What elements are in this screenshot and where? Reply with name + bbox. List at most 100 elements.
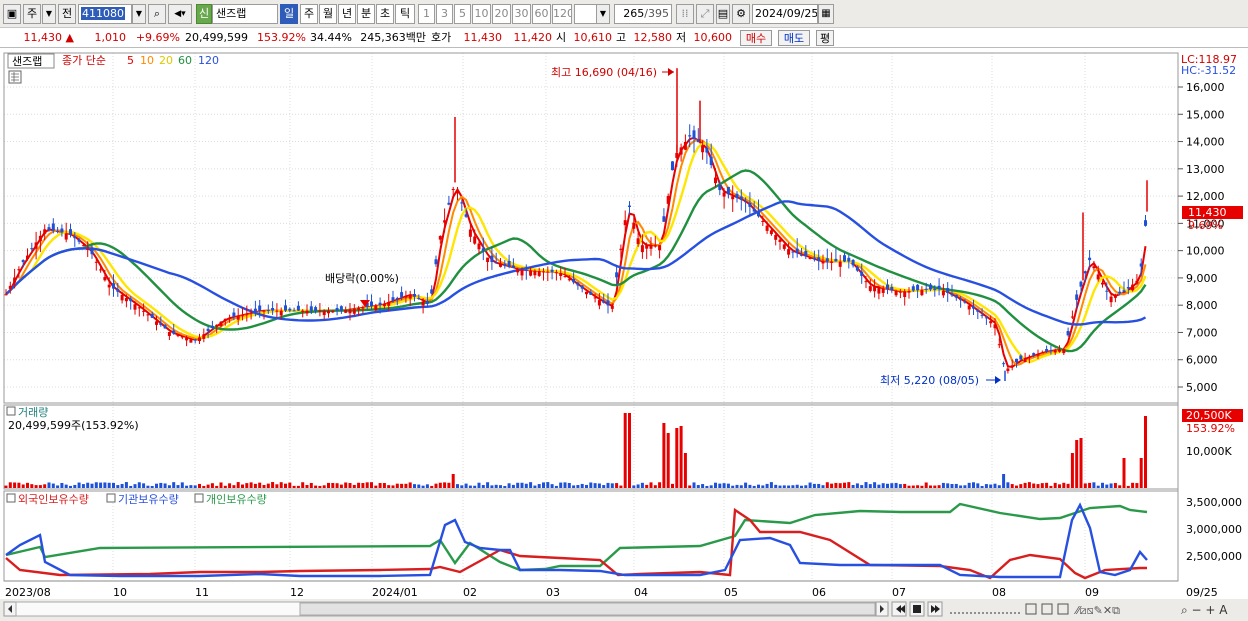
buy-button[interactable]: 매수 xyxy=(740,30,772,46)
draw-tools-icons[interactable]: ⁄⁄⧄⧅✎✕⧉ xyxy=(1073,604,1120,617)
institution-toggle[interactable] xyxy=(106,493,116,503)
volume-bar xyxy=(516,482,520,488)
holding-panel-toggle[interactable] xyxy=(6,493,16,503)
individual-toggle[interactable] xyxy=(194,493,204,503)
volume-bar xyxy=(331,482,335,488)
volume-bar xyxy=(159,482,163,488)
count-field[interactable]: 265/395 xyxy=(614,4,672,24)
volume-bar xyxy=(761,485,765,488)
candle-body xyxy=(486,257,490,263)
volume-bar xyxy=(972,482,975,488)
scrollbar-thumb[interactable] xyxy=(299,602,876,616)
tab-day[interactable]: 일 xyxy=(280,4,298,24)
candle-body xyxy=(782,244,786,249)
volume-bar xyxy=(1049,485,1053,488)
num-120[interactable]: 120 xyxy=(552,4,572,24)
prev-button[interactable]: 전 xyxy=(58,4,76,24)
volume-bar xyxy=(262,484,266,488)
tab-second[interactable]: 초 xyxy=(376,4,394,24)
quote-bar: 11,430 ▲ 1,010 +9.69% 20,499,599 153.92%… xyxy=(0,28,1248,48)
candle-body xyxy=(73,236,77,239)
num-3[interactable]: 3 xyxy=(436,4,453,24)
zoom-icons[interactable]: ⌕ − + A xyxy=(1181,603,1228,617)
candle-body xyxy=(632,222,636,229)
institution-label: 기관보유수량 xyxy=(118,493,179,506)
candle-body xyxy=(357,308,361,310)
market-select[interactable]: 주 xyxy=(23,4,41,24)
tab-year[interactable]: 년 xyxy=(338,4,356,24)
num-20[interactable]: 20 xyxy=(492,4,511,24)
code-input[interactable]: 411080 xyxy=(78,4,132,24)
volume-panel-toggle[interactable] xyxy=(6,406,16,416)
candle-body xyxy=(821,261,825,264)
stock-chart[interactable]: 샌즈랩 종가 단순 5 10 20 60 120 16,000 15,000 14,… xyxy=(0,50,1248,621)
volume-bar xyxy=(989,484,993,488)
candle-body xyxy=(21,260,25,263)
tab-tick[interactable]: 틱 xyxy=(395,4,415,24)
num-30[interactable]: 30 xyxy=(512,4,531,24)
volume-bar xyxy=(1070,453,1074,488)
volume-bar xyxy=(47,482,51,488)
window-icon[interactable]: ▣ xyxy=(3,4,21,24)
candle-body xyxy=(284,305,287,311)
save-icon[interactable]: ▤ xyxy=(716,4,730,24)
search-icon[interactable]: ⌕ xyxy=(148,4,166,24)
tab-month[interactable]: 월 xyxy=(319,4,337,24)
candle-body xyxy=(812,257,816,260)
volume-bar xyxy=(782,485,786,488)
volume-bar xyxy=(486,482,490,488)
resize-icon[interactable]: ⤢ xyxy=(696,4,714,24)
volume-bar xyxy=(322,485,326,488)
tab-minute[interactable]: 분 xyxy=(357,4,375,24)
candle-body xyxy=(249,312,253,314)
num-5[interactable]: 5 xyxy=(454,4,471,24)
num-10[interactable]: 10 xyxy=(472,4,491,24)
volume-bar xyxy=(400,483,404,488)
volume-bar xyxy=(640,482,644,488)
candle-body xyxy=(778,239,782,242)
eval-button[interactable]: 평 xyxy=(816,30,834,46)
candle-body xyxy=(193,339,197,341)
volume-bar xyxy=(997,485,1001,488)
high-annotation: 최고 16,690 (04/16) xyxy=(551,66,657,79)
volume-bar xyxy=(129,485,133,488)
period-dropdown-icon[interactable]: ▼ xyxy=(596,4,610,24)
num-1[interactable]: 1 xyxy=(418,4,435,24)
candle-body xyxy=(1079,281,1083,287)
candle-body xyxy=(705,147,709,153)
date-field[interactable]: 2024/09/25 xyxy=(752,4,818,24)
volume-bar xyxy=(911,485,915,488)
market-dropdown-icon[interactable]: ▼ xyxy=(42,4,56,24)
candle-body xyxy=(275,310,279,312)
gear-icon[interactable]: ⚙ xyxy=(732,4,750,24)
grid-icon[interactable]: ⁞⁞ xyxy=(676,4,694,24)
speaker-icon[interactable]: ◀▾ xyxy=(168,4,192,24)
y-tick-label: 12,000 xyxy=(1186,190,1225,203)
tab-week[interactable]: 주 xyxy=(300,4,318,24)
candle-body xyxy=(146,314,150,316)
candle-body xyxy=(623,220,627,226)
volume-bar xyxy=(451,474,455,488)
candle-body xyxy=(1075,294,1079,300)
stock-name-field[interactable]: 샌즈랩 xyxy=(212,4,278,24)
volume-bar xyxy=(666,433,670,488)
code-dropdown-icon[interactable]: ▼ xyxy=(132,4,146,24)
candle-body xyxy=(1096,274,1100,280)
volume-bar xyxy=(30,484,34,488)
calendar-icon[interactable]: ▦ xyxy=(818,4,834,24)
sell-button[interactable]: 매도 xyxy=(778,30,810,46)
volume-bar xyxy=(395,483,399,488)
candle-body xyxy=(860,271,864,276)
y-tick-label: 10,000 xyxy=(1186,245,1225,258)
candle-body xyxy=(8,285,12,289)
candle-body xyxy=(219,321,223,326)
volume-bar xyxy=(421,485,425,488)
foreign-label: 외국인보유수량 xyxy=(18,493,89,506)
candle-body xyxy=(546,271,550,273)
volume-bar xyxy=(1040,483,1044,488)
num-60[interactable]: 60 xyxy=(532,4,551,24)
volume-bar xyxy=(318,485,322,488)
candle-body xyxy=(1083,271,1087,274)
volume-bar xyxy=(64,484,68,488)
candle-body xyxy=(159,323,163,325)
